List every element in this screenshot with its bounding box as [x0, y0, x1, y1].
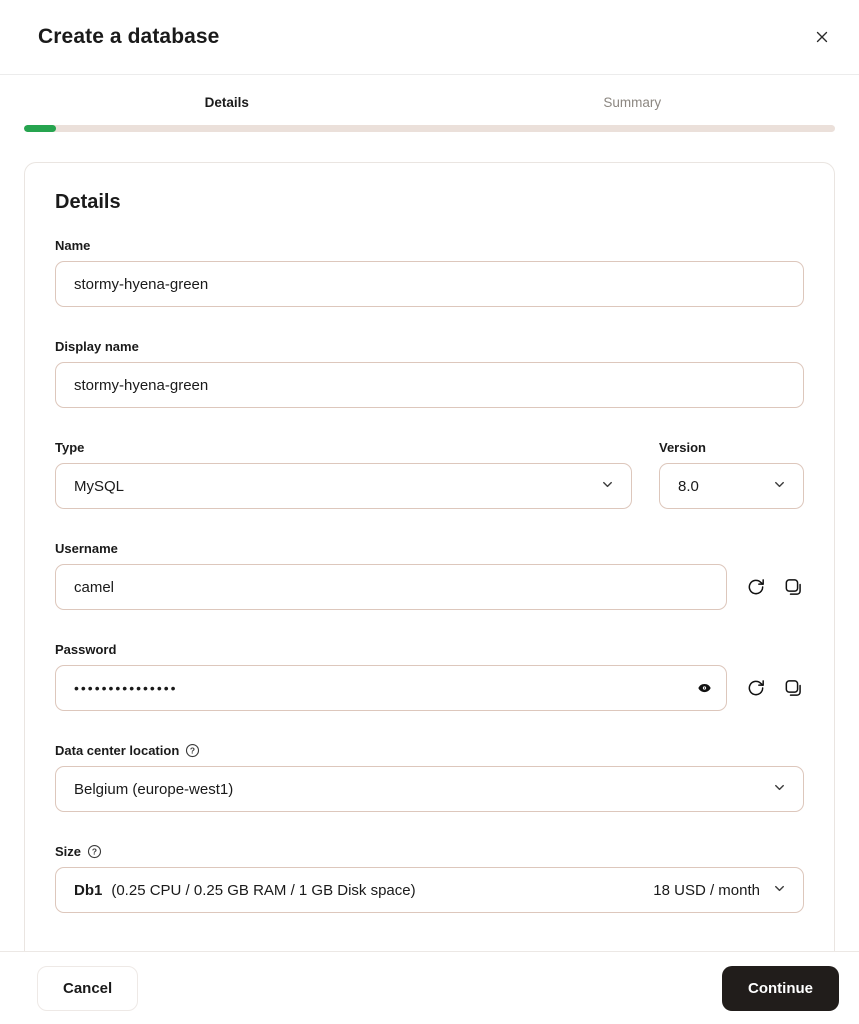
help-icon[interactable]: ?: [87, 844, 102, 859]
name-field-group: Name: [55, 238, 804, 307]
help-icon[interactable]: ?: [185, 743, 200, 758]
display-name-input[interactable]: [55, 362, 804, 408]
stepper: Details Summary: [0, 75, 859, 132]
size-select-value: Db1 (0.25 CPU / 0.25 GB RAM / 1 GB Disk …: [74, 882, 416, 899]
copy-username-button[interactable]: [782, 576, 804, 598]
regenerate-username-button[interactable]: [745, 576, 767, 598]
chevron-down-icon: [600, 477, 615, 496]
name-input[interactable]: [55, 261, 804, 307]
size-label-text: Size: [55, 844, 82, 859]
username-field-group: Username: [55, 541, 804, 610]
step-tab-summary[interactable]: Summary: [430, 95, 836, 110]
password-input-row: [55, 665, 804, 711]
close-button[interactable]: [809, 24, 835, 50]
version-select-value: 8.0: [678, 477, 699, 495]
step-tab-details[interactable]: Details: [24, 95, 430, 110]
chevron-down-icon: [772, 780, 787, 799]
section-heading: Details: [55, 191, 121, 213]
copy-icon: [783, 577, 803, 597]
regenerate-icon: [746, 577, 766, 597]
eye-icon: [697, 681, 712, 696]
modal-title: Create a database: [38, 25, 220, 48]
details-card: Details Name Display name Type MySQL: [24, 162, 835, 951]
display-name-label: Display name: [55, 339, 139, 354]
step-labels: Details Summary: [24, 95, 835, 110]
size-label: Size ?: [55, 844, 804, 859]
modal-header: Create a database: [0, 0, 859, 75]
continue-button[interactable]: Continue: [722, 966, 839, 1011]
progress-fill: [24, 125, 57, 132]
cancel-button[interactable]: Cancel: [37, 966, 139, 1011]
type-label: Type: [55, 440, 85, 455]
password-label: Password: [55, 642, 117, 657]
password-field-group: Password: [55, 642, 804, 711]
chevron-down-icon: [772, 881, 787, 900]
size-specs: (0.25 CPU / 0.25 GB RAM / 1 GB Disk spac…: [111, 881, 416, 899]
create-database-modal: Create a database Details Summary Detail…: [0, 0, 859, 1024]
version-label: Version: [659, 440, 706, 455]
location-select[interactable]: Belgium (europe-west1): [55, 766, 804, 812]
size-price-wrap: 18 USD / month: [653, 881, 787, 900]
version-select[interactable]: 8.0: [659, 463, 804, 509]
type-field-group: Type MySQL: [55, 440, 632, 509]
copy-password-button[interactable]: [782, 677, 804, 699]
display-name-field-group: Display name: [55, 339, 804, 408]
svg-text:?: ?: [190, 746, 195, 756]
chevron-down-icon: [772, 477, 787, 496]
username-input[interactable]: [55, 564, 727, 610]
size-price: 18 USD / month: [653, 881, 760, 899]
location-label: Data center location ?: [55, 743, 804, 758]
form-scroll-area: Details Name Display name Type MySQL: [0, 132, 859, 951]
progress-track: [24, 125, 835, 132]
location-label-text: Data center location: [55, 743, 180, 758]
regenerate-password-button[interactable]: [745, 677, 767, 699]
location-select-value: Belgium (europe-west1): [74, 780, 234, 798]
username-label: Username: [55, 541, 118, 556]
regenerate-icon: [746, 678, 766, 698]
copy-icon: [783, 678, 803, 698]
type-version-row: Type MySQL Version 8.0: [55, 440, 804, 541]
username-input-row: [55, 564, 804, 610]
location-field-group: Data center location ? Belgium (europe-w…: [55, 743, 804, 812]
version-field-group: Version 8.0: [659, 440, 804, 509]
size-select[interactable]: Db1 (0.25 CPU / 0.25 GB RAM / 1 GB Disk …: [55, 867, 804, 913]
close-icon: [813, 28, 831, 46]
type-select[interactable]: MySQL: [55, 463, 632, 509]
modal-footer: Cancel Continue: [0, 951, 859, 1024]
name-label: Name: [55, 238, 91, 253]
type-select-value: MySQL: [74, 477, 125, 495]
svg-text:?: ?: [92, 847, 97, 857]
size-plan: Db1: [74, 881, 103, 899]
size-field-group: Size ? Db1 (0.25 CPU / 0.25 GB RAM / 1 G…: [55, 844, 804, 913]
password-input[interactable]: [55, 665, 727, 711]
toggle-password-visibility-button[interactable]: [695, 679, 714, 698]
